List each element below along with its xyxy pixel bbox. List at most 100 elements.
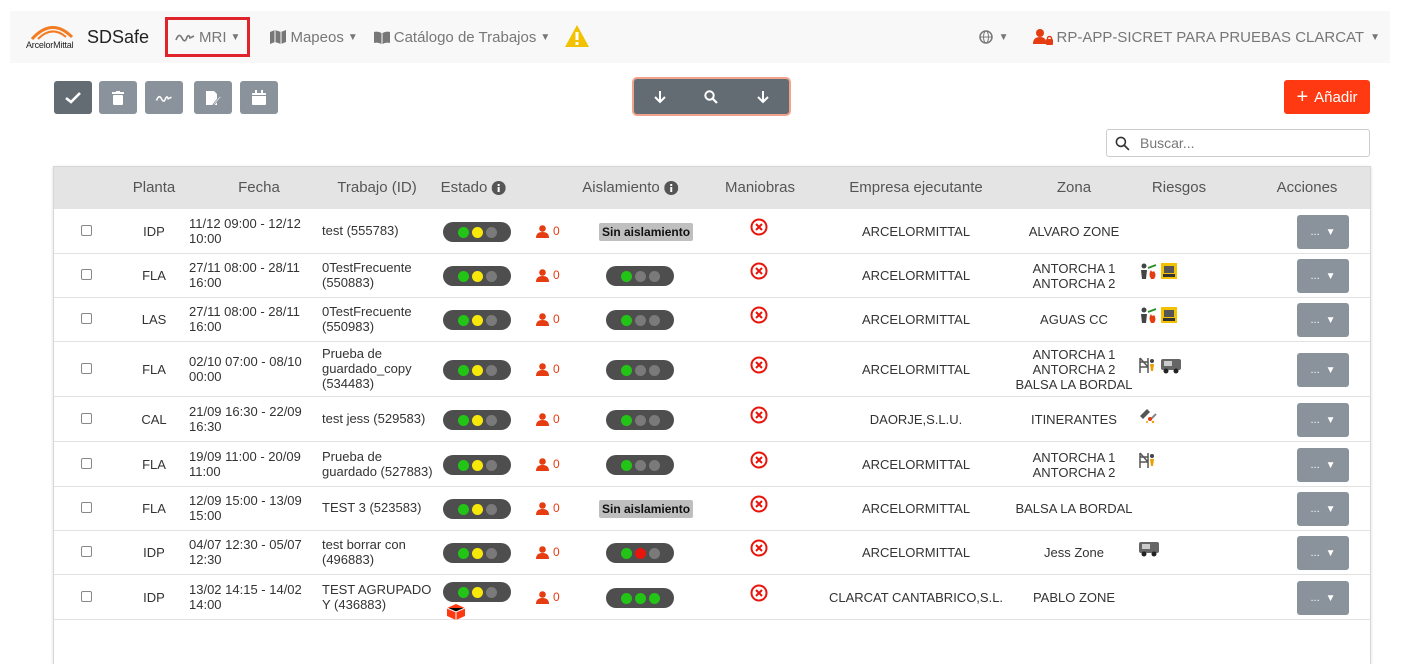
info-icon[interactable] (663, 180, 678, 195)
col-estado-label: Estado (440, 179, 488, 196)
edit-document-button[interactable] (194, 81, 232, 114)
zona-line-3: BALSA LA BORDAL (1015, 377, 1133, 392)
nav-catalogo-dropdown[interactable]: Catálogo de Trabajos ▼ (368, 18, 557, 56)
actions-dropdown-button[interactable]: ... ▼ (1297, 403, 1349, 437)
x-circle-icon[interactable] (750, 539, 768, 560)
x-circle-icon[interactable] (750, 495, 768, 516)
sign-button[interactable] (145, 81, 183, 114)
cell-empresa: ARCELORMITTAL (861, 268, 971, 283)
cell-zona: Jess Zone (1044, 545, 1104, 560)
persons-count[interactable]: 0 (536, 312, 560, 326)
calendar-button[interactable] (240, 81, 278, 114)
user-name: RP-APP-SICRET PARA PRUEBAS CLARCAT (1056, 28, 1365, 46)
actions-dropdown-button[interactable]: ... ▼ (1297, 215, 1349, 249)
table-row[interactable]: FLA 02/10 07:00 - 08/10 00:00 Prueba de guar… (54, 342, 1370, 397)
row-checkbox[interactable] (81, 363, 92, 374)
actions-dropdown-button[interactable]: ... ▼ (1297, 448, 1349, 482)
arrow-down-icon[interactable] (756, 90, 770, 104)
table-row[interactable]: CAL 21/09 16:30 - 22/09 16:30 test jess (52… (54, 397, 1370, 442)
persons-count[interactable]: 0 (536, 412, 560, 426)
add-button[interactable]: + Añadir (1284, 80, 1370, 114)
row-checkbox[interactable] (81, 591, 92, 602)
nav-mapeos-dropdown[interactable]: Mapeos ▼ (264, 18, 363, 56)
x-circle-icon[interactable] (750, 451, 768, 472)
chevron-down-icon: ▼ (1325, 592, 1336, 604)
trabajo-line-1: Prueba de (322, 346, 382, 361)
x-circle-icon[interactable] (750, 406, 768, 427)
persons-count[interactable]: 0 (536, 224, 560, 238)
col-zona[interactable]: Zona (1057, 179, 1091, 196)
estado-lights (443, 360, 511, 380)
machine-icon (1160, 306, 1178, 324)
table-row[interactable]: IDP 11/12 09:00 - 12/12 10:00 test (555783)… (54, 209, 1370, 254)
delete-button[interactable] (99, 81, 137, 114)
col-aislamiento[interactable]: Aislamiento (582, 179, 678, 196)
search-icon[interactable] (704, 89, 719, 104)
table-row[interactable]: FLA 27/11 08:00 - 28/11 16:00 0TestFrecuent… (54, 254, 1370, 298)
nav-mri-dropdown[interactable]: MRI ▼ (165, 17, 251, 57)
x-circle-icon[interactable] (750, 218, 768, 239)
x-circle-icon[interactable] (750, 262, 768, 283)
cell-fecha: 19/09 11:00 - 20/09 11:00 (189, 449, 309, 479)
table-row[interactable]: FLA 19/09 11:00 - 20/09 11:00 Prueba de guar… (54, 442, 1370, 487)
arrow-down-icon[interactable] (653, 90, 667, 104)
persons-count[interactable]: 0 (536, 457, 560, 471)
cell-planta: FLA (142, 362, 166, 377)
chevron-down-icon: ▼ (1325, 547, 1336, 559)
row-checkbox[interactable] (81, 269, 92, 280)
col-maniobras[interactable]: Maniobras (725, 179, 795, 196)
chevron-down-icon: ▼ (230, 31, 241, 43)
persons-value: 0 (553, 412, 560, 426)
fecha-line-2: 00:00 (189, 369, 222, 384)
row-checkbox[interactable] (81, 413, 92, 424)
light-dot (457, 547, 469, 559)
actions-dropdown-button[interactable]: ... ▼ (1297, 581, 1349, 615)
col-acciones[interactable]: Acciones (1277, 179, 1338, 196)
row-checkbox[interactable] (81, 458, 92, 469)
scaffold-icon (1138, 451, 1156, 469)
table-row[interactable]: LAS 27/11 08:00 - 28/11 16:00 0TestFrecuent… (54, 298, 1370, 342)
warning-icon[interactable] (564, 24, 590, 51)
col-empresa[interactable]: Empresa ejecutante (849, 179, 982, 196)
table-row[interactable]: FLA 12/09 15:00 - 13/09 15:00 TEST 3 (52358… (54, 487, 1370, 531)
col-trabajo[interactable]: Trabajo (ID) (337, 179, 416, 196)
approve-button[interactable] (54, 81, 92, 114)
actions-dropdown-button[interactable]: ... ▼ (1297, 259, 1349, 293)
table-row[interactable]: IDP 04/07 12:30 - 05/07 12:30 test borrar c… (54, 531, 1370, 575)
x-circle-icon[interactable] (750, 584, 768, 605)
fecha-line-2: 10:00 (189, 231, 222, 246)
estado-lights (443, 266, 511, 286)
table-row[interactable]: IDP 13/02 14:15 - 14/02 14:00 TEST AGRUPADO… (54, 575, 1370, 620)
actions-dropdown-button[interactable]: ... ▼ (1297, 303, 1349, 337)
search-input[interactable] (1138, 134, 1338, 152)
zona-line-1: ANTORCHA 1 (1032, 261, 1116, 276)
x-circle-icon[interactable] (750, 356, 768, 377)
user-icon (536, 457, 549, 471)
persons-count[interactable]: 0 (536, 545, 560, 559)
cell-fecha: 04/07 12:30 - 05/07 12:30 (189, 537, 309, 567)
trash-icon (112, 90, 124, 105)
actions-dropdown-button[interactable]: ... ▼ (1297, 536, 1349, 570)
info-icon[interactable] (491, 180, 506, 195)
user-menu-dropdown[interactable]: RP-APP-SICRET PARA PRUEBAS CLARCAT ▼ (1032, 28, 1380, 46)
trabajo-line-1: TEST AGRUPADO (322, 582, 432, 597)
actions-dropdown-button[interactable]: ... ▼ (1297, 353, 1349, 387)
col-fecha[interactable]: Fecha (238, 179, 280, 196)
x-circle-icon[interactable] (750, 306, 768, 327)
persons-count[interactable]: 0 (536, 268, 560, 282)
col-estado[interactable]: Estado (441, 179, 506, 196)
logo-swoosh-icon (30, 26, 74, 41)
row-checkbox[interactable] (81, 313, 92, 324)
persons-count[interactable]: 0 (536, 590, 560, 604)
language-dropdown[interactable]: ▼ (978, 30, 1009, 44)
col-planta[interactable]: Planta (133, 179, 176, 196)
row-checkbox[interactable] (81, 225, 92, 236)
row-checkbox[interactable] (81, 546, 92, 557)
persons-count[interactable]: 0 (536, 501, 560, 515)
row-checkbox[interactable] (81, 502, 92, 513)
brand[interactable]: ArcelorMittal SDSafe (26, 21, 149, 53)
chevron-down-icon: ▼ (1325, 414, 1336, 426)
col-riesgos[interactable]: Riesgos (1152, 179, 1206, 196)
persons-count[interactable]: 0 (536, 362, 560, 376)
actions-dropdown-button[interactable]: ... ▼ (1297, 492, 1349, 526)
